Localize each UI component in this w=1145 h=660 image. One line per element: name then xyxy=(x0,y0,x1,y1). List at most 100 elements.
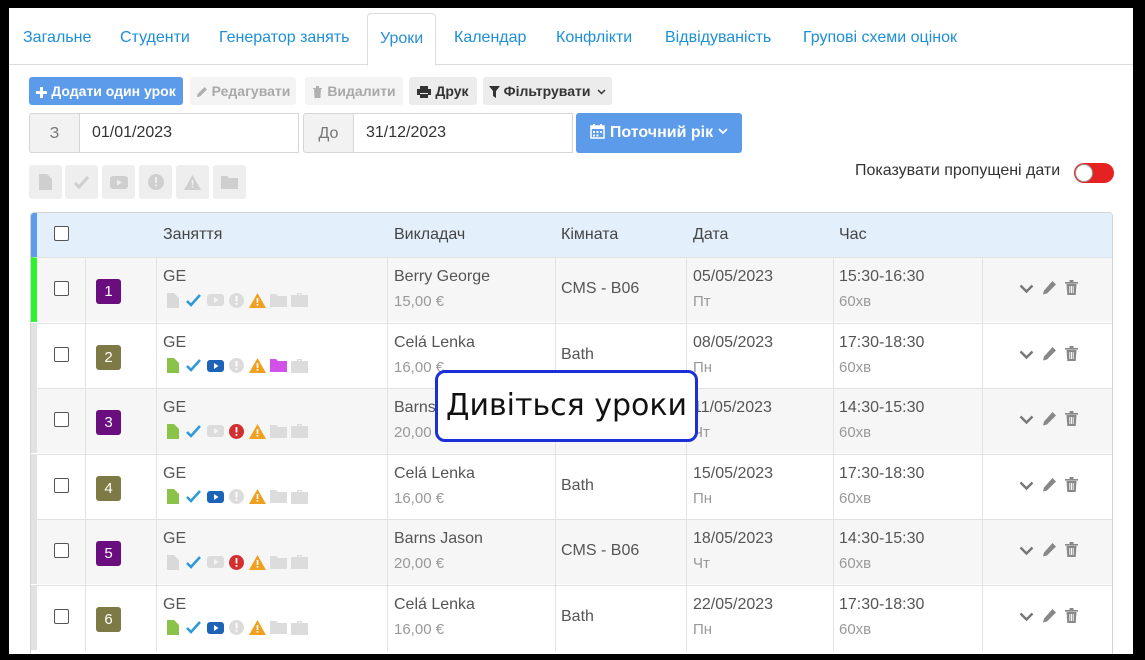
trash-icon[interactable] xyxy=(1065,280,1078,300)
tab-conflicts[interactable]: Конфлікти xyxy=(556,13,632,65)
briefcase-icon[interactable] xyxy=(290,620,308,636)
check-icon[interactable] xyxy=(185,554,203,570)
to-date-input[interactable]: 31/12/2023 xyxy=(353,113,573,153)
document-icon[interactable] xyxy=(164,292,182,308)
tab-group-grading[interactable]: Групові схеми оцінок xyxy=(803,13,957,65)
exclamation-circle-icon[interactable] xyxy=(227,292,245,308)
exclamation-circle-icon[interactable] xyxy=(227,358,245,374)
youtube-icon[interactable] xyxy=(206,554,224,570)
current-year-dropdown[interactable]: Поточний рік xyxy=(576,113,742,153)
trash-icon[interactable] xyxy=(1065,345,1078,366)
video-action-button[interactable] xyxy=(102,165,135,199)
folder-action-button[interactable] xyxy=(213,165,246,199)
warning-icon[interactable] xyxy=(248,292,266,308)
chevron-down-icon[interactable] xyxy=(1019,609,1034,627)
chevron-down-icon[interactable] xyxy=(1019,478,1034,496)
warning-icon[interactable] xyxy=(248,554,266,570)
check-action-button[interactable] xyxy=(65,165,98,199)
from-date-input[interactable]: 01/01/2023 xyxy=(79,113,299,153)
delete-button[interactable]: Видалити xyxy=(305,77,403,105)
filter-dropdown-button[interactable]: Фільтрувати xyxy=(483,77,612,105)
tab-general[interactable]: Загальне xyxy=(23,13,91,65)
check-icon[interactable] xyxy=(185,489,203,505)
trash-icon[interactable] xyxy=(1065,411,1078,431)
tab-students[interactable]: Студенти xyxy=(120,13,190,65)
folder-icon[interactable] xyxy=(269,489,287,505)
pencil-icon[interactable] xyxy=(1042,608,1057,628)
column-date[interactable]: Дата xyxy=(693,213,728,257)
warning-icon[interactable] xyxy=(248,358,266,374)
exclamation-circle-icon[interactable] xyxy=(227,620,245,636)
folder-icon[interactable] xyxy=(269,620,287,636)
check-icon[interactable] xyxy=(185,423,203,439)
chevron-down-icon[interactable] xyxy=(1019,543,1034,561)
show-missed-dates-toggle[interactable] xyxy=(1074,163,1114,183)
chevron-down-icon[interactable] xyxy=(1019,347,1034,365)
column-room[interactable]: Кімната xyxy=(561,213,618,257)
document-icon[interactable] xyxy=(164,554,182,570)
chevron-down-icon[interactable] xyxy=(1019,281,1034,299)
document-action-button[interactable] xyxy=(29,165,62,199)
briefcase-icon[interactable] xyxy=(290,423,308,439)
warning-icon[interactable] xyxy=(248,423,266,439)
print-button[interactable]: Друк xyxy=(409,77,477,105)
document-icon[interactable] xyxy=(164,423,182,439)
column-teacher[interactable]: Викладач xyxy=(394,213,465,257)
trash-icon[interactable] xyxy=(1065,476,1078,497)
exclamation-circle-icon[interactable] xyxy=(227,489,245,505)
warning-icon[interactable] xyxy=(248,489,266,505)
table-row[interactable]: 5 GE Barns Jason 20,00 € CMS - B06 18/05… xyxy=(31,519,1112,585)
tab-lessons[interactable]: Уроки xyxy=(367,13,437,66)
add-lesson-button[interactable]: Додати один урок xyxy=(29,77,183,105)
tab-lesson-generator[interactable]: Генератор занять xyxy=(219,13,349,65)
pencil-icon[interactable] xyxy=(1042,280,1057,300)
tab-calendar[interactable]: Календар xyxy=(454,13,526,65)
trash-icon[interactable] xyxy=(1065,542,1078,562)
youtube-icon[interactable] xyxy=(206,423,224,439)
column-time[interactable]: Час xyxy=(839,213,867,257)
folder-icon[interactable] xyxy=(269,423,287,439)
warning-action-button[interactable] xyxy=(176,165,209,199)
folder-icon[interactable] xyxy=(269,358,287,374)
row-checkbox[interactable] xyxy=(54,412,69,427)
row-checkbox[interactable] xyxy=(54,608,69,624)
exclamation-circle-icon[interactable] xyxy=(227,423,245,439)
pencil-icon[interactable] xyxy=(1042,346,1057,366)
pencil-icon[interactable] xyxy=(1042,542,1057,562)
briefcase-icon[interactable] xyxy=(290,358,308,374)
row-checkbox[interactable] xyxy=(54,281,69,296)
trash-icon[interactable] xyxy=(1065,607,1078,628)
chevron-down-icon[interactable] xyxy=(1019,412,1034,430)
row-checkbox[interactable] xyxy=(54,477,69,493)
info-action-button[interactable] xyxy=(139,165,172,199)
briefcase-icon[interactable] xyxy=(290,292,308,308)
table-row[interactable]: 6 GE Celá Lenka 16,00 € Bath 22/05/2023 … xyxy=(31,584,1112,651)
column-lesson[interactable]: Заняття xyxy=(163,213,222,257)
folder-icon[interactable] xyxy=(269,554,287,570)
check-icon[interactable] xyxy=(185,620,203,636)
briefcase-icon[interactable] xyxy=(290,554,308,570)
document-icon[interactable] xyxy=(164,489,182,505)
table-row[interactable]: 1 GE Berry George 15,00 € CMS - B06 05/0… xyxy=(31,257,1112,323)
youtube-icon[interactable] xyxy=(206,292,224,308)
briefcase-icon[interactable] xyxy=(290,489,308,505)
select-all-checkbox[interactable] xyxy=(54,226,69,241)
check-icon[interactable] xyxy=(185,358,203,374)
pencil-icon[interactable] xyxy=(1042,477,1057,497)
pencil-icon[interactable] xyxy=(1042,411,1057,431)
check-icon[interactable] xyxy=(185,292,203,308)
lesson-status-icons xyxy=(164,489,308,505)
document-icon[interactable] xyxy=(164,358,182,374)
youtube-icon[interactable] xyxy=(206,620,224,636)
table-row[interactable]: 4 GE Celá Lenka 16,00 € Bath 15/05/2023 … xyxy=(31,453,1112,520)
youtube-icon[interactable] xyxy=(206,489,224,505)
folder-icon[interactable] xyxy=(269,292,287,308)
document-icon[interactable] xyxy=(164,620,182,636)
row-checkbox[interactable] xyxy=(54,543,69,558)
row-checkbox[interactable] xyxy=(54,346,69,362)
edit-button[interactable]: Редагувати xyxy=(190,77,296,105)
tab-attendance[interactable]: Відвідуваність xyxy=(665,13,771,65)
exclamation-circle-icon[interactable] xyxy=(227,554,245,570)
warning-icon[interactable] xyxy=(248,620,266,636)
youtube-icon[interactable] xyxy=(206,358,224,374)
